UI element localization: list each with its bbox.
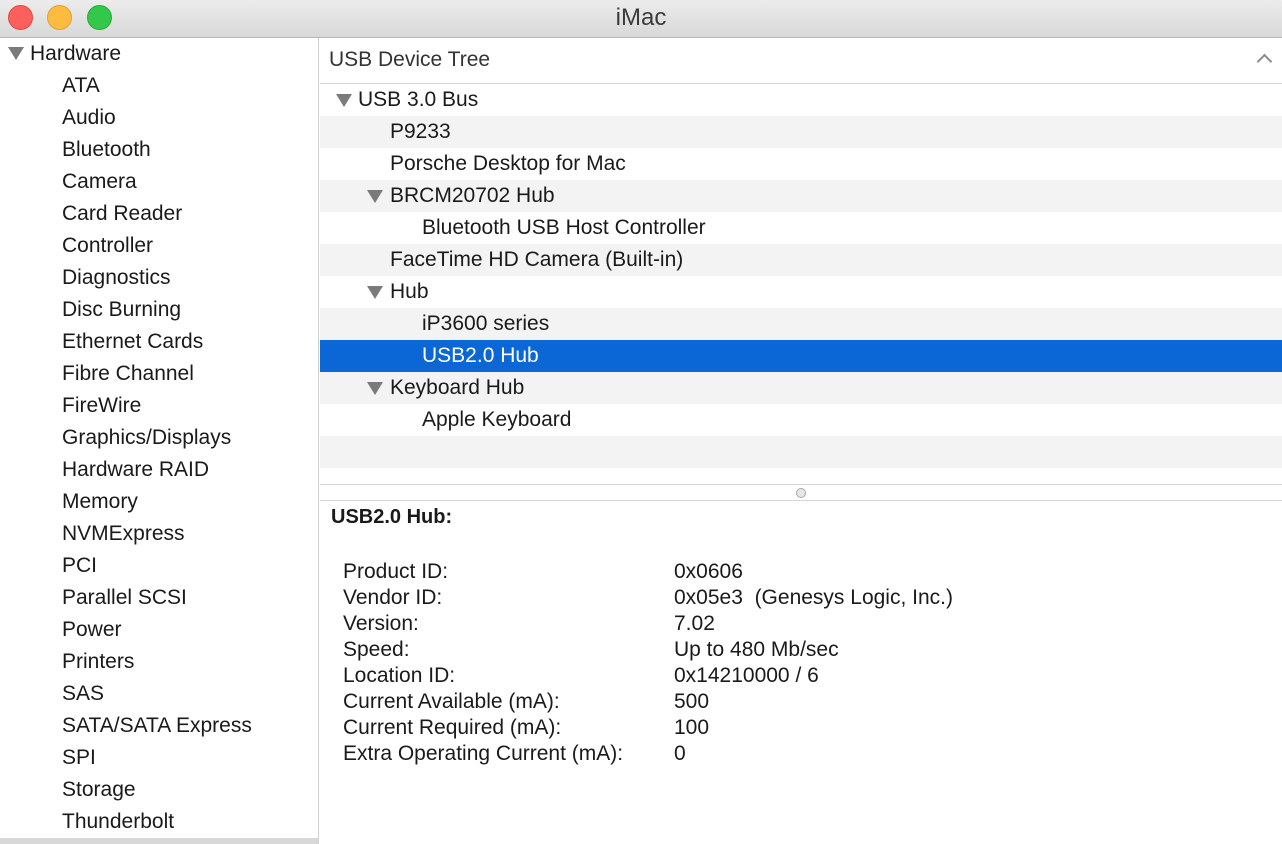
property-row: Product ID: 0x0606	[343, 559, 1043, 585]
tree-empty-row	[320, 436, 1282, 468]
tree-row[interactable]: BRCM20702 Hub	[320, 180, 1282, 212]
detail-pane: USB2.0 Hub: Product ID: 0x0606 Vendor ID: 0…	[320, 501, 1282, 844]
property-value: 0x14210000 / 6	[674, 664, 819, 687]
property-row: Current Required (mA): 100	[343, 715, 1043, 741]
tree-header-label: USB Device Tree	[329, 48, 491, 71]
tree-header[interactable]: USB Device Tree	[320, 38, 1282, 84]
property-value: 7.02	[674, 612, 715, 635]
disclosure-triangle-icon[interactable]	[367, 286, 383, 299]
tree-row[interactable]: Apple Keyboard	[320, 404, 1282, 436]
pane-splitter[interactable]	[320, 484, 1282, 501]
disclosure-triangle-icon[interactable]	[367, 382, 383, 395]
disclosure-triangle-icon[interactable]	[8, 47, 24, 60]
property-value: 100	[674, 716, 710, 739]
sidebar-item[interactable]: SPI	[0, 742, 318, 774]
sidebar-item[interactable]: Hardware RAID	[0, 454, 318, 486]
property-row: Speed: Up to 480 Mb/sec	[343, 637, 1043, 663]
tree-row[interactable]: iP3600 series	[320, 308, 1282, 340]
sidebar: Hardware ATA Audio Bluetooth Camera Card Rea…	[0, 38, 319, 844]
main-panel: USB Device Tree USB 3.0 Bus P9233 Porsche …	[320, 38, 1282, 844]
tree-row[interactable]: Bluetooth USB Host Controller	[320, 212, 1282, 244]
sidebar-section-label: Hardware	[30, 42, 122, 65]
sidebar-section-hardware[interactable]: Hardware	[0, 38, 318, 70]
sidebar-scrollbar[interactable]	[0, 838, 318, 844]
tree-row[interactable]: Keyboard Hub	[320, 372, 1282, 404]
tree-row-label: Bluetooth USB Host Controller	[422, 216, 706, 239]
property-key: Location ID:	[343, 664, 456, 687]
sidebar-item[interactable]: Printers	[0, 646, 318, 678]
property-value: 0	[674, 742, 686, 765]
tree-row-label: Keyboard Hub	[390, 376, 525, 399]
property-row: Extra Operating Current (mA): 0	[343, 741, 1043, 767]
tree-row[interactable]: Porsche Desktop for Mac	[320, 148, 1282, 180]
property-key: Speed:	[343, 638, 410, 661]
title-bar: iMac	[0, 0, 1282, 38]
property-key: Current Required (mA):	[343, 716, 562, 739]
sidebar-item[interactable]: Ethernet Cards	[0, 326, 318, 358]
tree-row-label: USB2.0 Hub	[422, 344, 539, 367]
tree-row[interactable]: Hub	[320, 276, 1282, 308]
sidebar-item[interactable]: Power	[0, 614, 318, 646]
property-value: 0x05e3 (Genesys Logic, Inc.)	[674, 586, 953, 609]
detail-heading: USB2.0 Hub:	[331, 506, 453, 528]
tree-row-label: Apple Keyboard	[422, 408, 572, 431]
sidebar-item[interactable]: Graphics/Displays	[0, 422, 318, 454]
tree-row-label: P9233	[390, 120, 451, 143]
tree-row-label: iP3600 series	[422, 312, 550, 335]
window-title: iMac	[615, 4, 667, 31]
sidebar-item[interactable]: Fibre Channel	[0, 358, 318, 390]
property-row: Current Available (mA): 500	[343, 689, 1043, 715]
sidebar-item[interactable]: Memory	[0, 486, 318, 518]
property-row: Vendor ID: 0x05e3 (Genesys Logic, Inc.)	[343, 585, 1043, 611]
tree-row-label: BRCM20702 Hub	[390, 184, 555, 207]
sidebar-item[interactable]: ATA	[0, 70, 318, 102]
sidebar-item[interactable]: Parallel SCSI	[0, 582, 318, 614]
tree-row-label: Porsche Desktop for Mac	[390, 152, 626, 175]
property-key: Vendor ID:	[343, 586, 443, 609]
tree-row-label: Hub	[390, 280, 429, 303]
sidebar-item[interactable]: SATA/SATA Express	[0, 710, 318, 742]
property-key: Product ID:	[343, 560, 449, 583]
tree-row[interactable]: USB2.0 Hub	[320, 340, 1282, 372]
sidebar-list: ATA Audio Bluetooth Camera Card Reader Contro…	[0, 70, 318, 838]
chevron-up-icon[interactable]	[1256, 53, 1273, 70]
property-value: 500	[674, 690, 710, 713]
sidebar-item[interactable]: Card Reader	[0, 198, 318, 230]
tree-row[interactable]: USB 3.0 Bus	[320, 84, 1282, 116]
usb-device-tree: USB 3.0 Bus P9233 Porsche Desktop for Mac B…	[320, 84, 1282, 436]
tree-row[interactable]: P9233	[320, 116, 1282, 148]
sidebar-item[interactable]: Thunderbolt	[0, 806, 318, 838]
property-row: Version: 7.02	[343, 611, 1043, 637]
sidebar-item[interactable]: Disc Burning	[0, 294, 318, 326]
property-key: Current Available (mA):	[343, 690, 560, 713]
tree-row-label: USB 3.0 Bus	[358, 88, 479, 111]
sidebar-item[interactable]: Audio	[0, 102, 318, 134]
disclosure-triangle-icon[interactable]	[336, 94, 352, 107]
sidebar-item[interactable]: SAS	[0, 678, 318, 710]
tree-row[interactable]: FaceTime HD Camera (Built-in)	[320, 244, 1282, 276]
property-value: Up to 480 Mb/sec	[674, 638, 839, 661]
property-row: Location ID: 0x14210000 / 6	[343, 663, 1043, 689]
sidebar-item[interactable]: Storage	[0, 774, 318, 806]
sidebar-item[interactable]: Camera	[0, 166, 318, 198]
property-value: 0x0606	[674, 560, 743, 583]
splitter-handle-icon[interactable]	[796, 488, 806, 498]
sidebar-item[interactable]: PCI	[0, 550, 318, 582]
property-key: Extra Operating Current (mA):	[343, 742, 624, 765]
property-list: Product ID: 0x0606 Vendor ID: 0x05e3 (Genes…	[343, 559, 1043, 767]
sidebar-item[interactable]: Controller	[0, 230, 318, 262]
tree-row-label: FaceTime HD Camera (Built-in)	[390, 248, 684, 271]
disclosure-triangle-icon[interactable]	[367, 190, 383, 203]
sidebar-item[interactable]: FireWire	[0, 390, 318, 422]
sidebar-item[interactable]: Diagnostics	[0, 262, 318, 294]
property-key: Version:	[343, 612, 419, 635]
sidebar-item[interactable]: Bluetooth	[0, 134, 318, 166]
sidebar-item[interactable]: NVMExpress	[0, 518, 318, 550]
